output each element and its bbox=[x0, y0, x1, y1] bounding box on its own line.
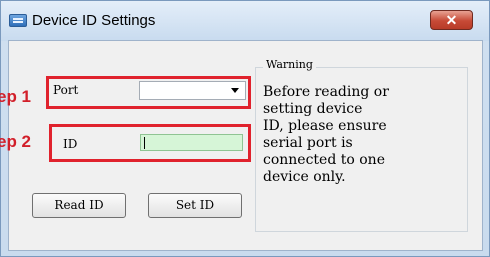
warning-line: connected to one bbox=[263, 152, 385, 168]
close-button[interactable]: ✕ bbox=[430, 10, 473, 30]
id-label: ID bbox=[63, 137, 78, 151]
step2-label: Step 2 bbox=[0, 132, 32, 151]
read-id-button[interactable]: Read ID bbox=[32, 193, 126, 218]
warning-line: device only. bbox=[263, 169, 346, 185]
id-input[interactable] bbox=[140, 134, 243, 151]
port-dropdown[interactable] bbox=[139, 81, 246, 100]
warning-line: serial port is bbox=[263, 135, 353, 151]
warning-line: Before reading or bbox=[263, 84, 389, 100]
chevron-down-icon bbox=[231, 88, 239, 93]
warning-message: Before reading or setting device ID, ple… bbox=[263, 84, 463, 186]
warning-title: Warning bbox=[263, 58, 316, 71]
title-bar[interactable]: Device ID Settings ✕ bbox=[1, 1, 489, 41]
text-caret bbox=[144, 137, 145, 149]
app-icon bbox=[9, 14, 27, 27]
warning-line: setting device bbox=[263, 101, 363, 117]
warning-line: ID, please ensure bbox=[263, 118, 387, 134]
step1-label: Step 1 bbox=[0, 87, 32, 106]
port-label: Port bbox=[53, 83, 79, 97]
window-title: Device ID Settings bbox=[32, 12, 156, 29]
set-id-button[interactable]: Set ID bbox=[148, 193, 242, 218]
